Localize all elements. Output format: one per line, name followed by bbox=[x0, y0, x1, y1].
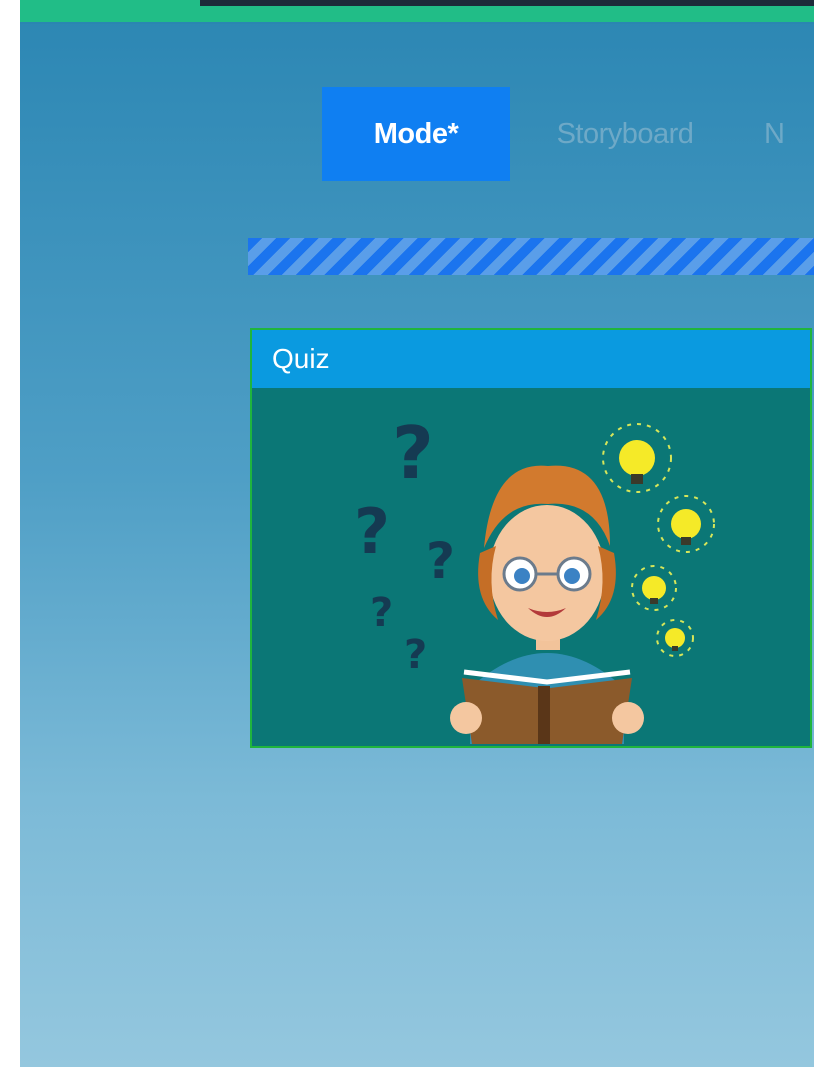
svg-text:?: ? bbox=[354, 495, 390, 568]
svg-text:?: ? bbox=[426, 532, 455, 590]
progress-bar bbox=[248, 238, 814, 275]
mode-card-quiz[interactable]: Quiz ? ? ? ? ? bbox=[250, 328, 812, 748]
top-bar-dark-section bbox=[200, 0, 814, 6]
tab-mode[interactable]: Mode* bbox=[322, 87, 510, 181]
wizard-tabs: Mode* Storyboard N bbox=[322, 87, 804, 181]
svg-text:?: ? bbox=[392, 411, 434, 495]
teacher-quiz-illustration-icon: ? ? ? ? ? bbox=[252, 388, 810, 744]
app-background: Mode* Storyboard N Quiz ? ? ? ? ? bbox=[20, 0, 814, 1067]
card-title: Quiz bbox=[252, 330, 810, 388]
tab-storyboard[interactable]: Storyboard bbox=[510, 87, 740, 181]
svg-text:?: ? bbox=[370, 590, 393, 636]
svg-text:?: ? bbox=[404, 632, 427, 678]
tab-next[interactable]: N bbox=[740, 87, 804, 181]
